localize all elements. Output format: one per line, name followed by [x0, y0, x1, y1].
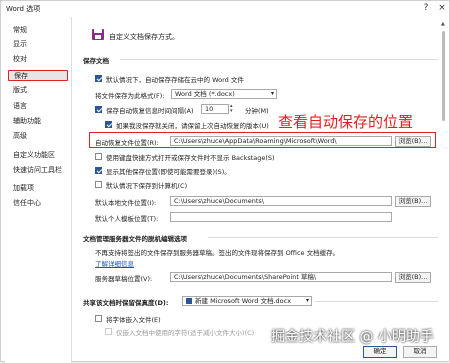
show-more-checkbox[interactable] [95, 167, 102, 174]
options-window: Word 选项 ? × 常规 显示 校对 保存 版式 语言 辅助功能 高级 自定… [0, 0, 450, 363]
default-pc-checkbox[interactable] [95, 181, 102, 188]
watermark-text: 掘金技术社区 @ 小明助手 [271, 329, 434, 345]
sidebar-item-general[interactable]: 常规 [8, 25, 68, 36]
sidebar-item-proofing[interactable]: 校对 [8, 54, 68, 65]
autorecover-label: 保存自动恢复信息时间间隔(A) [106, 107, 194, 115]
autorecover-minutes-input[interactable]: 10 [201, 104, 229, 114]
only-chars-checkbox[interactable] [105, 328, 112, 335]
backstage-label: 使用键盘快捷方式打开或保存文件时不显示 Backstage(S) [106, 154, 275, 162]
show-more-label: 显示其他保存位置(即使可能需要登录)(S)。 [106, 168, 231, 176]
sidebar-item-save[interactable]: 保存 [8, 70, 68, 81]
section-save-docs: 保存文档 [83, 57, 109, 65]
save-floppy-icon [91, 28, 105, 41]
only-chars-label: 仅嵌入文档中使用的字符(适于减小文件大小)(C) [116, 329, 255, 337]
keep-last-label: 如果我没保存就关闭，请保留上次自动恢复的版本(U) [116, 122, 269, 130]
sidebar-item-layout[interactable]: 版式 [8, 85, 68, 96]
sidebar-item-customize-ribbon[interactable]: 自定义功能区 [8, 150, 68, 161]
sidebar-item-display[interactable]: 显示 [8, 39, 68, 50]
scroll-up-icon[interactable]: ▲ [441, 21, 445, 27]
section-offline: 文档管理服务器文件的脱机编辑选项 [83, 235, 187, 243]
ok-button[interactable]: 确定 [363, 346, 397, 358]
sidebar-item-quick-access[interactable]: 快速访问工具栏 [8, 165, 68, 176]
learn-more-link[interactable]: 了解详细信息 [95, 258, 134, 268]
divider [208, 237, 438, 238]
template-location-input[interactable] [170, 212, 392, 222]
help-button[interactable]: ? [419, 1, 433, 15]
embed-fonts-checkbox[interactable] [95, 315, 102, 322]
window-title: Word 选项 [6, 5, 41, 13]
template-location-label: 默认个人模板位置(T): [95, 215, 159, 223]
sidebar-item-accessibility[interactable]: 辅助功能 [8, 116, 68, 127]
autorecover-checkbox[interactable] [95, 106, 102, 113]
scroll-thumb[interactable] [442, 31, 445, 121]
divider [120, 59, 438, 60]
keep-last-checkbox[interactable] [105, 121, 112, 128]
close-button[interactable]: × [435, 1, 449, 15]
drafts-location-label: 服务器草稿位置(V): [95, 275, 153, 283]
section-fidelity: 共享该文档时保留保真度(D): [83, 299, 169, 307]
sidebar-item-language[interactable]: 语言 [8, 101, 68, 112]
drafts-location-input[interactable]: C:\Users\zhuce\Documents\SharePoint 草稿\ [170, 272, 392, 282]
scrollbar[interactable]: ▲ [441, 21, 447, 361]
save-panel: 自定义文档保存方式。 保存文档 默认情况下，自动保存存储在云中的 Word 文件… [75, 17, 441, 363]
sidebar-item-addins[interactable]: 加载项 [8, 183, 68, 194]
cancel-button[interactable]: 取消 [403, 346, 437, 358]
default-local-label: 默认情况下，自动保存存储在云中的 Word 文件 [106, 76, 244, 84]
sidebar-item-trust-center[interactable]: 信任中心 [8, 198, 68, 209]
default-local-checkbox[interactable] [95, 75, 102, 82]
backstage-checkbox[interactable] [95, 153, 102, 160]
minutes-unit-label: 分钟(M) [245, 107, 269, 115]
chevron-down-icon: ▾ [270, 90, 274, 97]
fidelity-doc-value: 新建 Microsoft Word 文档.docx [195, 297, 292, 305]
recover-path-input[interactable]: C:\Users\zhuce\AppData\Roaming\Microsoft… [170, 136, 392, 146]
default-pc-label: 默认情况下保存到计算机(C) [106, 182, 188, 190]
recover-path-label: 自动恢复文件位置(R): [95, 139, 159, 147]
fidelity-doc-dropdown[interactable]: 新建 Microsoft Word 文档.docx ▾ [182, 296, 312, 306]
minutes-spinner[interactable]: ▴ ▾ [230, 104, 237, 114]
embed-fonts-label: 将字体嵌入文件(E) [106, 316, 161, 324]
format-dropdown[interactable]: Word 文档 (*.docx) ▾ [171, 89, 277, 99]
offline-desc: 不再支持将签出的文件保存到服务器草稿。签出的文件现将保存到 Office 文档缓… [95, 249, 340, 257]
local-location-input[interactable]: C:\Users\zhuce\Documents\ [170, 196, 392, 206]
format-label: 将文件保存为此格式(F): [95, 92, 165, 100]
browse-local-button[interactable]: 浏览(B)... [395, 196, 431, 207]
divider [315, 301, 438, 302]
word-doc-icon [186, 298, 192, 304]
browse-recover-button[interactable]: 浏览(B)... [395, 136, 431, 147]
local-location-label: 默认本地文件位置(I): [95, 199, 157, 207]
format-value: Word 文档 (*.docx) [175, 90, 235, 98]
browse-drafts-button[interactable]: 浏览(B)... [395, 272, 431, 283]
title-bar: Word 选项 ? × [1, 1, 449, 15]
header-text: 自定义文档保存方式。 [109, 33, 179, 41]
chevron-down-icon: ▾ [305, 297, 309, 304]
sidebar: 常规 显示 校对 保存 版式 语言 辅助功能 高级 自定义功能区 快速访问工具栏… [5, 17, 72, 363]
sidebar-item-advanced[interactable]: 高级 [8, 131, 68, 142]
annotation-text: 查看自动保存的位置 [278, 113, 414, 131]
